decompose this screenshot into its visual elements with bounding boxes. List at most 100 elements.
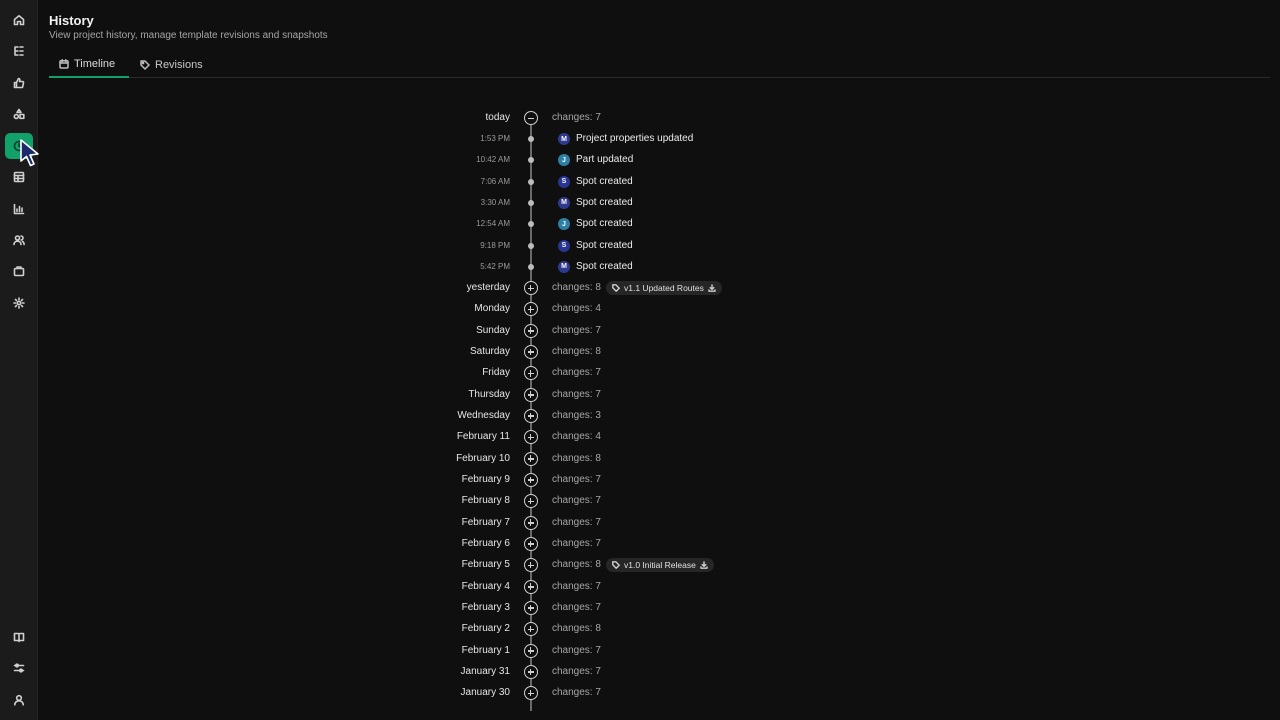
event-time: 3:30 AM [480, 197, 510, 207]
event-dot [527, 263, 534, 270]
avatar: J [558, 154, 570, 167]
event-time: 9:18 PM [480, 240, 510, 250]
avatar: M [558, 260, 570, 273]
expand-toggle[interactable] [524, 515, 538, 530]
event-time: 1:53 PM [480, 134, 510, 143]
changes-count: changes: 7 [552, 324, 601, 336]
changes-count: changes: 7 [552, 112, 601, 123]
day-label: January 30 [460, 687, 510, 699]
changes-count: changes: 8 [552, 345, 601, 357]
expand-toggle[interactable] [524, 344, 538, 359]
changes-count: changes: 7 [552, 687, 601, 699]
day-label: February 10 [456, 452, 510, 464]
changes-count: changes: 3 [552, 409, 601, 421]
day-label: Saturday [469, 345, 510, 357]
expand-toggle[interactable] [524, 622, 538, 637]
avatar: M [558, 196, 570, 209]
changes-count: changes: 8 [552, 623, 601, 635]
event-text: Spot created [576, 239, 633, 251]
event-text: Spot created [576, 218, 633, 230]
expand-toggle[interactable] [524, 451, 538, 466]
expand-toggle[interactable] [524, 558, 538, 573]
day-label: Monday [474, 303, 510, 315]
event-dot [527, 136, 534, 142]
day-label: February 9 [461, 473, 510, 485]
changes-count: changes: 7 [552, 537, 601, 549]
changes-count: changes: 7 [552, 473, 601, 485]
changes-count: changes: 7 [552, 665, 601, 677]
event-text: Part updated [576, 154, 634, 166]
event-text: Spot created [576, 175, 633, 187]
day-label: Thursday [468, 388, 510, 400]
event-time: 5:42 PM [480, 261, 510, 271]
tag-icon [612, 561, 620, 570]
day-label: February 2 [461, 623, 510, 635]
revision-badge-label: v1.0 Initial Release [624, 560, 696, 571]
day-label: February 4 [461, 580, 510, 592]
expand-toggle[interactable] [524, 302, 538, 317]
expand-toggle[interactable] [524, 643, 538, 658]
revision-badge[interactable]: v1.0 Initial Release [606, 558, 714, 573]
revision-badge-label: v1.1 Updated Routes [624, 283, 704, 293]
day-label: January 31 [460, 665, 510, 677]
event-text: Spot created [576, 260, 633, 272]
changes-count: changes: 7 [552, 388, 601, 400]
changes-count: changes: 7 [552, 580, 601, 592]
event-time: 10:42 AM [476, 155, 510, 165]
day-label: yesterday [466, 282, 510, 293]
expand-toggle[interactable] [524, 408, 538, 423]
changes-count: changes: 7 [552, 495, 601, 507]
event-text: Spot created [576, 196, 633, 208]
event-time: 7:06 AM [480, 176, 510, 186]
event-dot [527, 157, 534, 164]
event-dot [527, 199, 534, 206]
download-icon[interactable] [700, 561, 708, 570]
avatar: M [558, 133, 570, 145]
day-label: February 11 [456, 431, 510, 443]
timeline: today changes: 7 1:53 PM M Project propertie… [0, 0, 1280, 720]
event-time: 12:54 AM [476, 219, 510, 229]
day-label: Sunday [476, 324, 510, 336]
day-label: February 8 [461, 495, 510, 507]
expand-toggle[interactable] [524, 323, 538, 338]
day-label: Friday [482, 367, 510, 379]
download-icon[interactable] [708, 284, 716, 292]
event-text: Project properties updated [576, 133, 694, 144]
collapse-toggle[interactable] [524, 111, 538, 125]
changes-count: changes: 8 [552, 282, 601, 293]
changes-count: changes: 8 [552, 452, 601, 464]
event-dot [527, 242, 534, 249]
day-label: February 5 [461, 559, 510, 571]
expand-toggle[interactable] [524, 430, 538, 445]
changes-count: changes: 8 [552, 559, 601, 571]
changes-count: changes: 7 [552, 601, 601, 613]
expand-toggle[interactable] [524, 494, 538, 509]
expand-toggle[interactable] [524, 472, 538, 487]
day-label: February 1 [461, 644, 510, 656]
day-label: February 6 [461, 537, 510, 549]
revision-badge[interactable]: v1.1 Updated Routes [606, 281, 722, 295]
day-label: February 7 [461, 516, 510, 528]
day-label: February 3 [461, 601, 510, 613]
expand-toggle[interactable] [524, 686, 538, 701]
avatar: J [558, 218, 570, 231]
expand-toggle[interactable] [524, 536, 538, 551]
avatar: S [558, 239, 570, 252]
changes-count: changes: 7 [552, 644, 601, 656]
changes-count: changes: 7 [552, 516, 601, 528]
avatar: S [558, 175, 570, 188]
expand-toggle[interactable] [524, 366, 538, 381]
event-dot [527, 221, 534, 228]
changes-count: changes: 7 [552, 367, 601, 379]
changes-count: changes: 4 [552, 431, 601, 443]
day-label: today [485, 112, 510, 123]
expand-toggle[interactable] [524, 664, 538, 679]
expand-toggle[interactable] [524, 387, 538, 402]
expand-toggle[interactable] [524, 281, 538, 295]
event-dot [527, 178, 534, 185]
expand-toggle[interactable] [524, 579, 538, 594]
expand-toggle[interactable] [524, 600, 538, 615]
tag-icon [612, 284, 620, 292]
day-label: Wednesday [457, 409, 510, 421]
changes-count: changes: 4 [552, 303, 601, 315]
